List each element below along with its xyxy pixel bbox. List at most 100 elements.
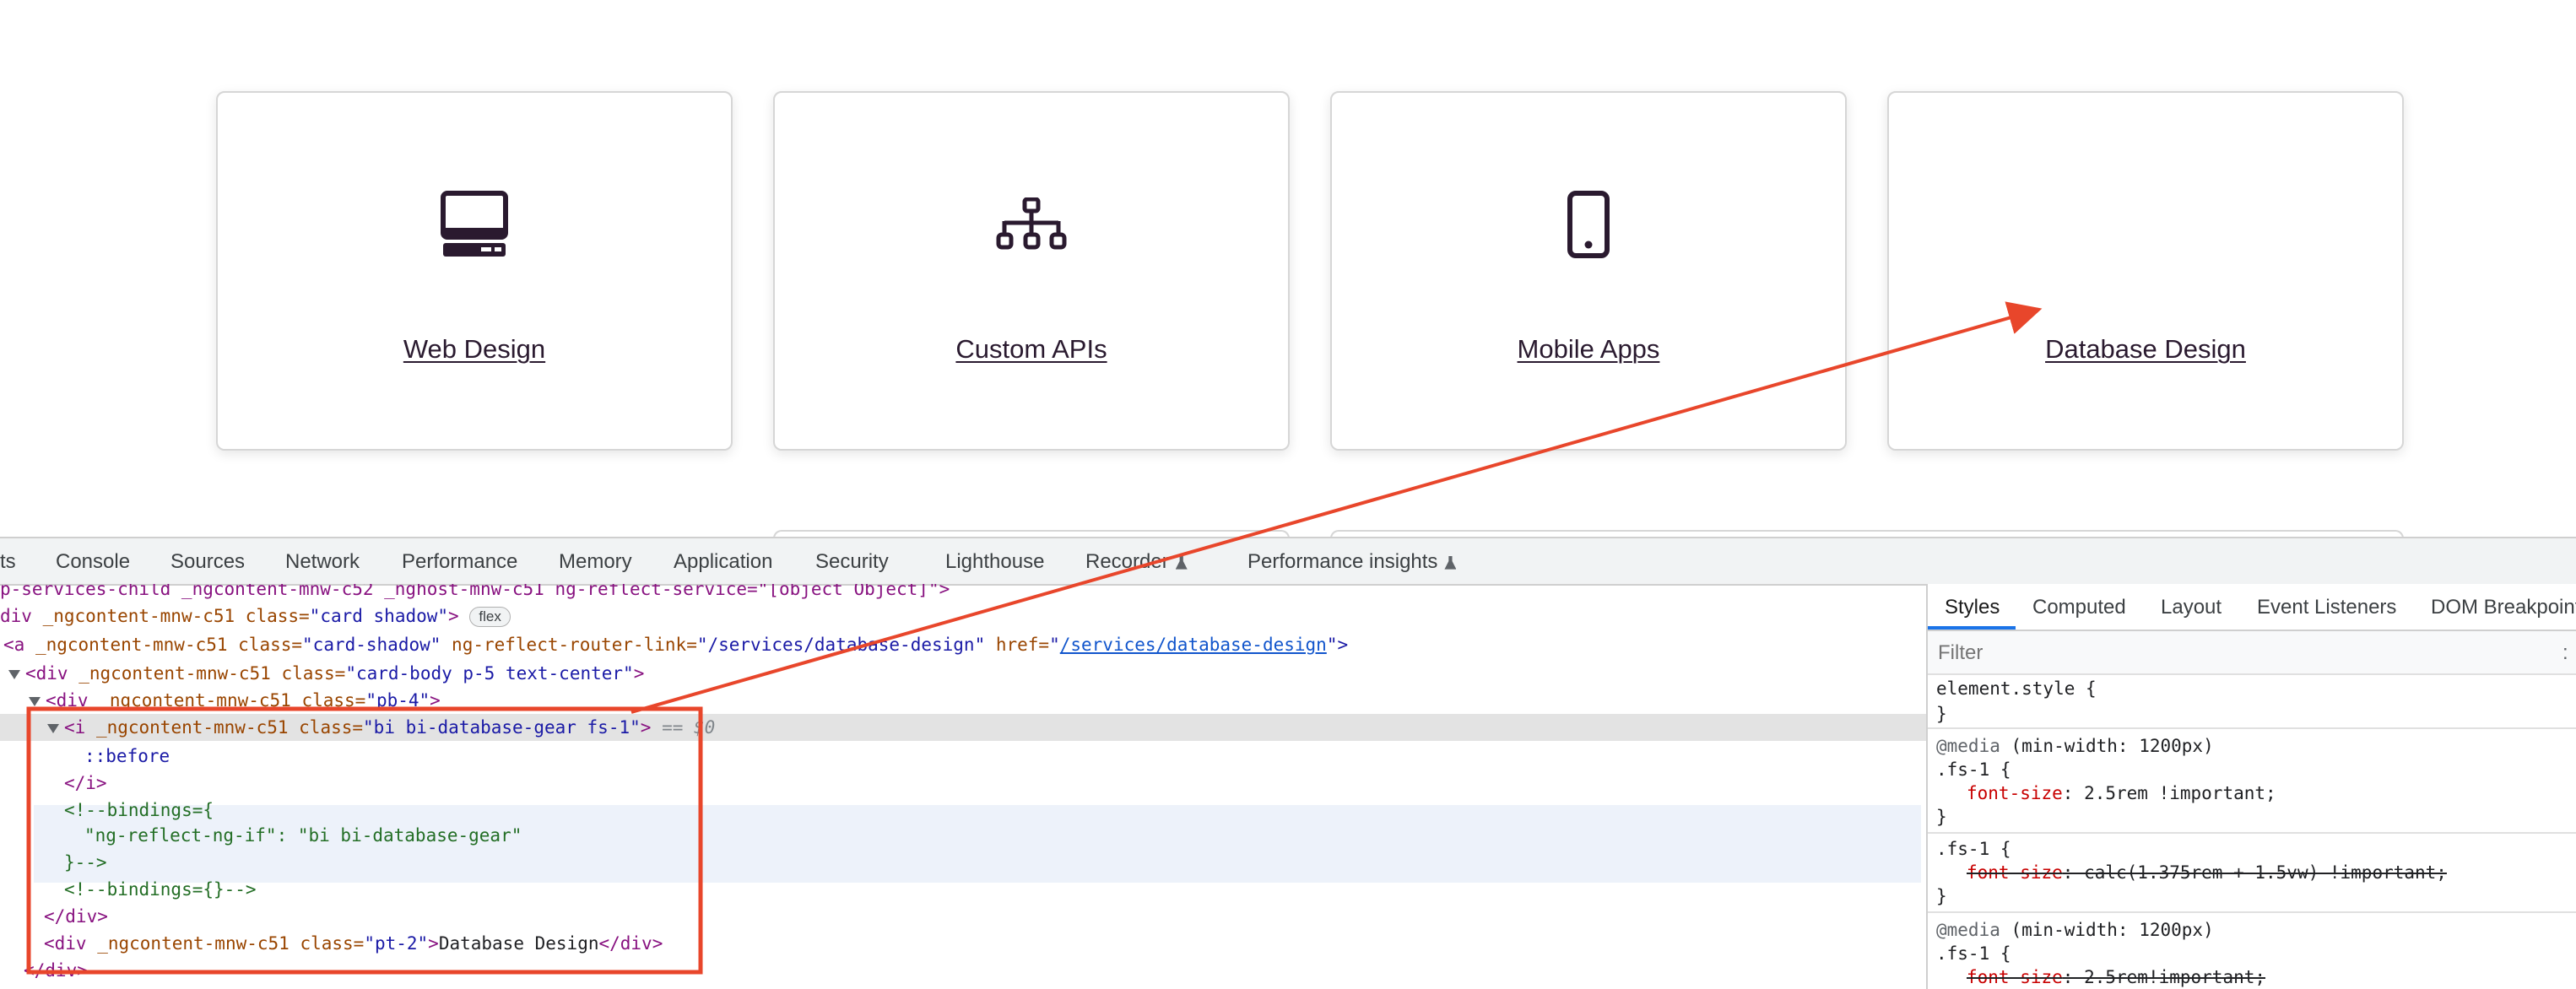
rule-element-style[interactable]: element.style { } <box>1928 675 2576 729</box>
card-title: Database Design <box>2045 334 2246 364</box>
tab-application[interactable]: Application <box>674 550 772 574</box>
expand-triangle-icon[interactable] <box>8 669 20 679</box>
dom-tag: </i> <box>64 773 107 793</box>
elements-tree[interactable]: p-services-child _ngcontent-mnw-c52 _ngh… <box>0 584 1926 989</box>
dom-tag: <div <box>46 690 89 711</box>
card-web-design[interactable]: Web Design <box>216 91 733 451</box>
dom-tag: </div> <box>24 960 88 981</box>
dom-line[interactable]: p-services-child _ngcontent-mnw-c52 _ngh… <box>0 584 1926 603</box>
dom-line[interactable]: }--> <box>64 849 1926 876</box>
rule-media-fs1[interactable]: @media (min-width: 1200px) .fs-1 { font-… <box>1928 913 2576 989</box>
declaration-overridden[interactable]: font-size: 2.5rem!important; <box>1967 965 2265 989</box>
filter-toggle[interactable]: : <box>2562 641 2568 665</box>
css-property: font-size <box>1967 967 2063 987</box>
styles-tabbar: Styles Computed Layout Event Listeners D… <box>1928 584 2576 631</box>
dom-close: > <box>633 663 645 684</box>
dom-comment: "ng-reflect-ng-if": "bi bi-database-gear… <box>84 825 522 846</box>
dom-close: > <box>640 717 652 738</box>
media-condition: (min-width: 1200px) <box>2000 920 2214 940</box>
tab-dom-breakpoints[interactable]: DOM Breakpoints <box>2431 596 2576 619</box>
dom-val: "card-shadow" <box>302 635 441 655</box>
active-tab-indicator <box>1928 626 2016 630</box>
tab-event-listeners[interactable]: Event Listeners <box>2257 596 2396 619</box>
rule-selector: element.style { <box>1936 678 2097 699</box>
declaration-overridden[interactable]: font-size: calc(1.375rem + 1.5vw) !impor… <box>1967 861 2447 884</box>
dom-line[interactable]: <div _ngcontent-mnw-c51 class="card-body… <box>8 660 1926 687</box>
css-property: font-size <box>1967 783 2063 803</box>
filter-input[interactable] <box>1938 640 2546 667</box>
href-link[interactable]: /services/database-design <box>1060 635 1327 655</box>
desktop-icon <box>441 189 508 260</box>
tab-performance[interactable]: Performance <box>402 550 517 574</box>
dom-text: Database Design <box>438 933 599 954</box>
expand-triangle-icon[interactable] <box>29 696 41 706</box>
tab-performance-insights[interactable]: Performance insights <box>1247 550 1457 574</box>
dom-line[interactable]: </div> <box>24 957 1926 984</box>
rule-selector: .fs-1 { <box>1936 759 2011 780</box>
dom-line[interactable]: "ng-reflect-ng-if": "bi bi-database-gear… <box>84 822 1926 849</box>
dom-val: " <box>1049 635 1060 655</box>
css-value: : 2.5rem !important; <box>2062 783 2276 803</box>
dom-attr: _ngcontent-mnw-c51 class= <box>31 606 310 626</box>
flex-badge[interactable]: flex <box>469 607 511 627</box>
rule-media-fs1[interactable]: @media (min-width: 1200px) .fs-1 { font-… <box>1928 729 2576 834</box>
dom-line[interactable]: <a _ngcontent-mnw-c51 class="card-shadow… <box>3 631 1926 658</box>
tab-label: Recorder <box>1085 550 1169 573</box>
tab-security[interactable]: Security <box>815 550 889 574</box>
dom-tag: <a <box>3 635 25 655</box>
styles-filter-bar: : <box>1928 631 2576 675</box>
dom-close: > <box>430 690 441 711</box>
rule-close: } <box>1936 807 1947 827</box>
dom-tag: <div <box>25 663 68 684</box>
dom-attr: _ngcontent-mnw-c51 class= <box>68 663 346 684</box>
dom-tag: <div <box>44 933 87 954</box>
tab-lighthouse[interactable]: Lighthouse <box>945 550 1044 574</box>
dom-line[interactable]: <!--bindings={}--> <box>64 876 1926 903</box>
tab-layout[interactable]: Layout <box>2161 596 2222 619</box>
dom-val: "/services/database-design" <box>696 635 986 655</box>
tab-recorder[interactable]: Recorder <box>1085 550 1188 574</box>
media-keyword: @media <box>1936 736 2000 756</box>
dom-close: > <box>448 606 459 626</box>
card-mobile-apps[interactable]: Mobile Apps <box>1330 91 1847 451</box>
tab-computed[interactable]: Computed <box>2032 596 2126 619</box>
css-value: : calc(1.375rem + 1.5vw) !important; <box>2062 862 2447 883</box>
css-property: font-size <box>1967 862 2063 883</box>
rule-close: } <box>1936 704 1947 724</box>
dom-line[interactable]: <div _ngcontent-mnw-c51 class="pt-2">Dat… <box>44 930 1926 957</box>
dom-val: "pb-4" <box>365 690 430 711</box>
media-keyword: @media <box>1936 920 2000 940</box>
flask-icon <box>1444 555 1457 570</box>
dom-tag: </div> <box>44 906 108 927</box>
styles-pane: Styles Computed Layout Event Listeners D… <box>1928 584 2576 989</box>
dom-line[interactable]: <div _ngcontent-mnw-c51 class="pb-4"> <box>29 687 1926 714</box>
media-condition: (min-width: 1200px) <box>2000 736 2214 756</box>
dom-attr: _ngcontent-mnw-c51 class= <box>24 635 303 655</box>
dom-line[interactable]: <!--bindings={ <box>64 797 1926 824</box>
dom-val: "card-body p-5 text-center" <box>345 663 634 684</box>
tab-network[interactable]: Network <box>285 550 360 574</box>
tab-elements[interactable]: ts <box>0 550 16 574</box>
declaration[interactable]: font-size: 2.5rem !important; <box>1967 781 2276 805</box>
tab-styles[interactable]: Styles <box>1945 596 2000 619</box>
dom-comment: }--> <box>64 852 107 873</box>
dom-tag: </div> <box>598 933 663 954</box>
rule-fs1[interactable]: .fs-1 { font-size: calc(1.375rem + 1.5vw… <box>1928 834 2576 913</box>
card-custom-apis[interactable]: Custom APIs <box>773 91 1290 451</box>
dom-line[interactable]: </div> <box>44 903 1926 930</box>
tab-memory[interactable]: Memory <box>559 550 632 574</box>
dom-attr: _ngcontent-mnw-c51 class= <box>88 690 366 711</box>
card-database-design[interactable]: Database Design <box>1887 91 2404 451</box>
dom-line-selected[interactable]: <i _ngcontent-mnw-c51 class="bi bi-datab… <box>0 714 1926 741</box>
tab-console[interactable]: Console <box>56 550 130 574</box>
card-next-row <box>773 530 1290 537</box>
dom-val: "> <box>1326 635 1349 655</box>
web-page: Web Design Custom APIs Mobile Apps Datab… <box>0 0 2576 537</box>
tab-sources[interactable]: Sources <box>170 550 245 574</box>
dom-line[interactable]: div _ngcontent-mnw-c51 class="card shado… <box>0 603 1926 630</box>
rule-close: } <box>1936 886 1947 906</box>
dom-line[interactable]: </i> <box>64 770 1926 797</box>
dom-line[interactable]: ::before <box>84 743 1926 770</box>
expand-triangle-icon[interactable] <box>47 723 59 733</box>
media-query: @media (min-width: 1200px) <box>1936 734 2214 758</box>
